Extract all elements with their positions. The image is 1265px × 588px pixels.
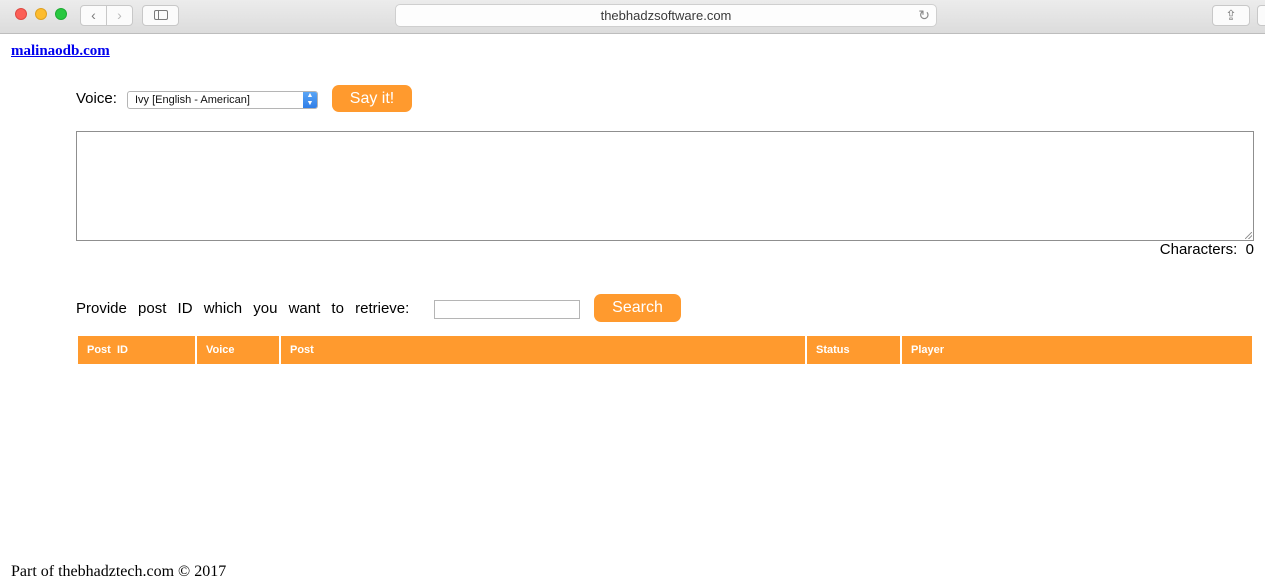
table-header-row: Post ID Voice Post Status Player: [78, 336, 1252, 364]
header-player: Player: [902, 336, 1252, 364]
toolbar-overflow-button[interactable]: [1257, 5, 1265, 26]
close-window-button[interactable]: [15, 8, 27, 20]
chevron-left-icon: ‹: [91, 7, 96, 23]
browser-toolbar: ‹ › thebhadzsoftware.com ↻ ⇪: [0, 0, 1265, 34]
select-arrows-icon: ▲ ▼: [303, 92, 317, 108]
sidebar-icon: [153, 10, 168, 20]
voice-label: Voice:: [76, 90, 117, 107]
forward-button[interactable]: ›: [106, 5, 133, 26]
voice-selected-value: Ivy [English - American]: [135, 94, 250, 106]
say-it-button[interactable]: Say it!: [332, 85, 412, 112]
sidebar-toggle-button[interactable]: [142, 5, 179, 26]
search-button[interactable]: Search: [594, 294, 681, 322]
minimize-window-button[interactable]: [35, 8, 47, 20]
resize-handle-icon[interactable]: [1245, 232, 1252, 239]
share-button[interactable]: ⇪: [1212, 5, 1250, 26]
reload-icon[interactable]: ↻: [918, 5, 930, 26]
footer-text: Part of thebhadztech.com © 2017: [11, 563, 227, 580]
header-post-id: Post ID: [78, 336, 195, 364]
address-bar[interactable]: thebhadzsoftware.com ↻: [395, 4, 937, 27]
chevron-right-icon: ›: [117, 7, 122, 23]
post-id-input[interactable]: [434, 300, 580, 319]
voice-select[interactable]: Ivy [English - American] ▲ ▼: [127, 91, 318, 109]
share-icon: ⇪: [1225, 7, 1237, 23]
url-text: thebhadzsoftware.com: [600, 8, 732, 23]
header-post: Post: [281, 336, 805, 364]
site-link[interactable]: malinaodb.com: [11, 43, 110, 60]
header-voice: Voice: [197, 336, 279, 364]
characters-label: Characters:: [1159, 241, 1238, 258]
results-table: Post ID Voice Post Status Player: [76, 334, 1254, 366]
zoom-window-button[interactable]: [55, 8, 67, 20]
character-count: Characters: 0: [1160, 241, 1254, 258]
text-input-area[interactable]: [76, 131, 1254, 241]
characters-value: 0: [1245, 241, 1254, 258]
header-status: Status: [807, 336, 900, 364]
back-button[interactable]: ‹: [80, 5, 107, 26]
retrieve-label: Provide post ID which you want to retrie…: [76, 300, 410, 317]
